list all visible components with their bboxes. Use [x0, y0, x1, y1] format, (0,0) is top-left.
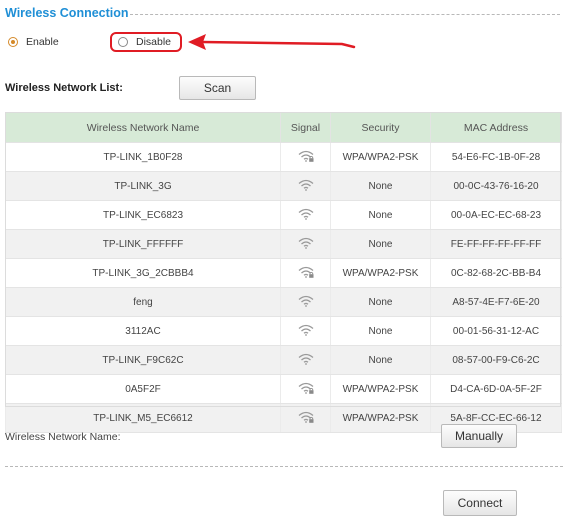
signal-cell: [280, 258, 331, 288]
security-cell: None: [330, 345, 431, 375]
mac-address-cell: A8-57-4E-F7-6E-20: [430, 287, 562, 317]
security-cell: WPA/WPA2-PSK: [330, 142, 431, 172]
signal-cell: [280, 229, 331, 259]
wireless-network-table: Wireless Network Name Signal Security MA…: [5, 112, 562, 433]
table-row[interactable]: TP-LINK_EC6823 None 00-0A-EC-EC-68-23: [5, 200, 562, 230]
mac-address-cell: 00-0C-43-76-16-20: [430, 171, 562, 201]
network-name-cell: TP-LINK_3G_2CBBB4: [5, 258, 281, 288]
network-name-cell: TP-LINK_EC6823: [5, 200, 281, 230]
column-header-signal: Signal: [280, 112, 331, 143]
network-name-cell: 0A5F2F: [5, 374, 281, 404]
wifi-lock-icon: [298, 411, 314, 426]
signal-cell: [280, 200, 331, 230]
column-header-security: Security: [330, 112, 431, 143]
section-title: Wireless Connection: [5, 6, 129, 20]
security-cell: None: [330, 287, 431, 317]
table-row[interactable]: TP-LINK_3G None 00-0C-43-76-16-20: [5, 171, 562, 201]
mac-address-cell: 00-0A-EC-EC-68-23: [430, 200, 562, 230]
network-list-label: Wireless Network List:: [5, 82, 123, 94]
network-name-cell: TP-LINK_1B0F28: [5, 142, 281, 172]
column-header-mac: MAC Address: [430, 112, 562, 143]
wifi-icon: [298, 208, 314, 223]
signal-cell: [280, 287, 331, 317]
signal-cell: [280, 316, 331, 346]
table-row[interactable]: TP-LINK_1B0F28 WPA/WPA2-PSK 54-E6-FC-1B-0F…: [5, 142, 562, 172]
mac-address-cell: 54-E6-FC-1B-0F-28: [430, 142, 562, 172]
wifi-icon: [298, 179, 314, 194]
security-cell: WPA/WPA2-PSK: [330, 403, 431, 433]
security-cell: WPA/WPA2-PSK: [330, 374, 431, 404]
table-row[interactable]: TP-LINK_F9C62C None 08-57-00-F9-C6-2C: [5, 345, 562, 375]
enable-label: Enable: [26, 36, 59, 48]
wifi-icon: [298, 324, 314, 339]
table-row[interactable]: 0A5F2F WPA/WPA2-PSK D4-CA-6D-0A-5F-2F: [5, 374, 562, 404]
mac-address-cell: 08-57-00-F9-C6-2C: [430, 345, 562, 375]
wifi-icon: [298, 295, 314, 310]
mac-address-cell: FE-FF-FF-FF-FF-FF: [430, 229, 562, 259]
security-cell: WPA/WPA2-PSK: [330, 258, 431, 288]
signal-cell: [280, 171, 331, 201]
table-row[interactable]: TP-LINK_3G_2CBBB4 WPA/WPA2-PSK 0C-82-68-2C…: [5, 258, 562, 288]
section-divider: [5, 466, 563, 467]
mac-address-cell: D4-CA-6D-0A-5F-2F: [430, 374, 562, 404]
security-cell: None: [330, 316, 431, 346]
connect-button[interactable]: Connect: [443, 490, 517, 516]
network-name-cell: 3112AC: [5, 316, 281, 346]
security-cell: None: [330, 200, 431, 230]
manually-button[interactable]: Manually: [441, 424, 517, 448]
security-cell: None: [330, 171, 431, 201]
column-header-name: Wireless Network Name: [5, 112, 281, 143]
title-divider: [130, 14, 560, 15]
signal-cell: [280, 374, 331, 404]
network-name-cell: TP-LINK_M5_EC6612: [5, 403, 281, 433]
annotation-highlight-box: [110, 32, 182, 52]
network-name-cell: TP-LINK_FFFFFF: [5, 229, 281, 259]
signal-cell: [280, 403, 331, 433]
table-row[interactable]: 3112AC None 00-01-56-31-12-AC: [5, 316, 562, 346]
wifi-icon: [298, 237, 314, 252]
wifi-lock-icon: [298, 266, 314, 281]
annotation-arrow-icon: [188, 34, 356, 50]
wifi-lock-icon: [298, 382, 314, 397]
table-row[interactable]: TP-LINK_FFFFFF None FE-FF-FF-FF-FF-FF: [5, 229, 562, 259]
wifi-icon: [298, 353, 314, 368]
signal-cell: [280, 345, 331, 375]
mac-address-cell: 0C-82-68-2C-BB-B4: [430, 258, 562, 288]
network-name-cell: feng: [5, 287, 281, 317]
scan-button[interactable]: Scan: [179, 76, 256, 100]
signal-cell: [280, 142, 331, 172]
enable-radio[interactable]: [8, 37, 18, 47]
network-name-cell: TP-LINK_3G: [5, 171, 281, 201]
security-cell: None: [330, 229, 431, 259]
table-row[interactable]: feng None A8-57-4E-F7-6E-20: [5, 287, 562, 317]
wifi-lock-icon: [298, 150, 314, 165]
network-name-label: Wireless Network Name:: [5, 431, 121, 443]
table-header-row: Wireless Network Name Signal Security MA…: [5, 112, 562, 143]
network-name-cell: TP-LINK_F9C62C: [5, 345, 281, 375]
mac-address-cell: 00-01-56-31-12-AC: [430, 316, 562, 346]
